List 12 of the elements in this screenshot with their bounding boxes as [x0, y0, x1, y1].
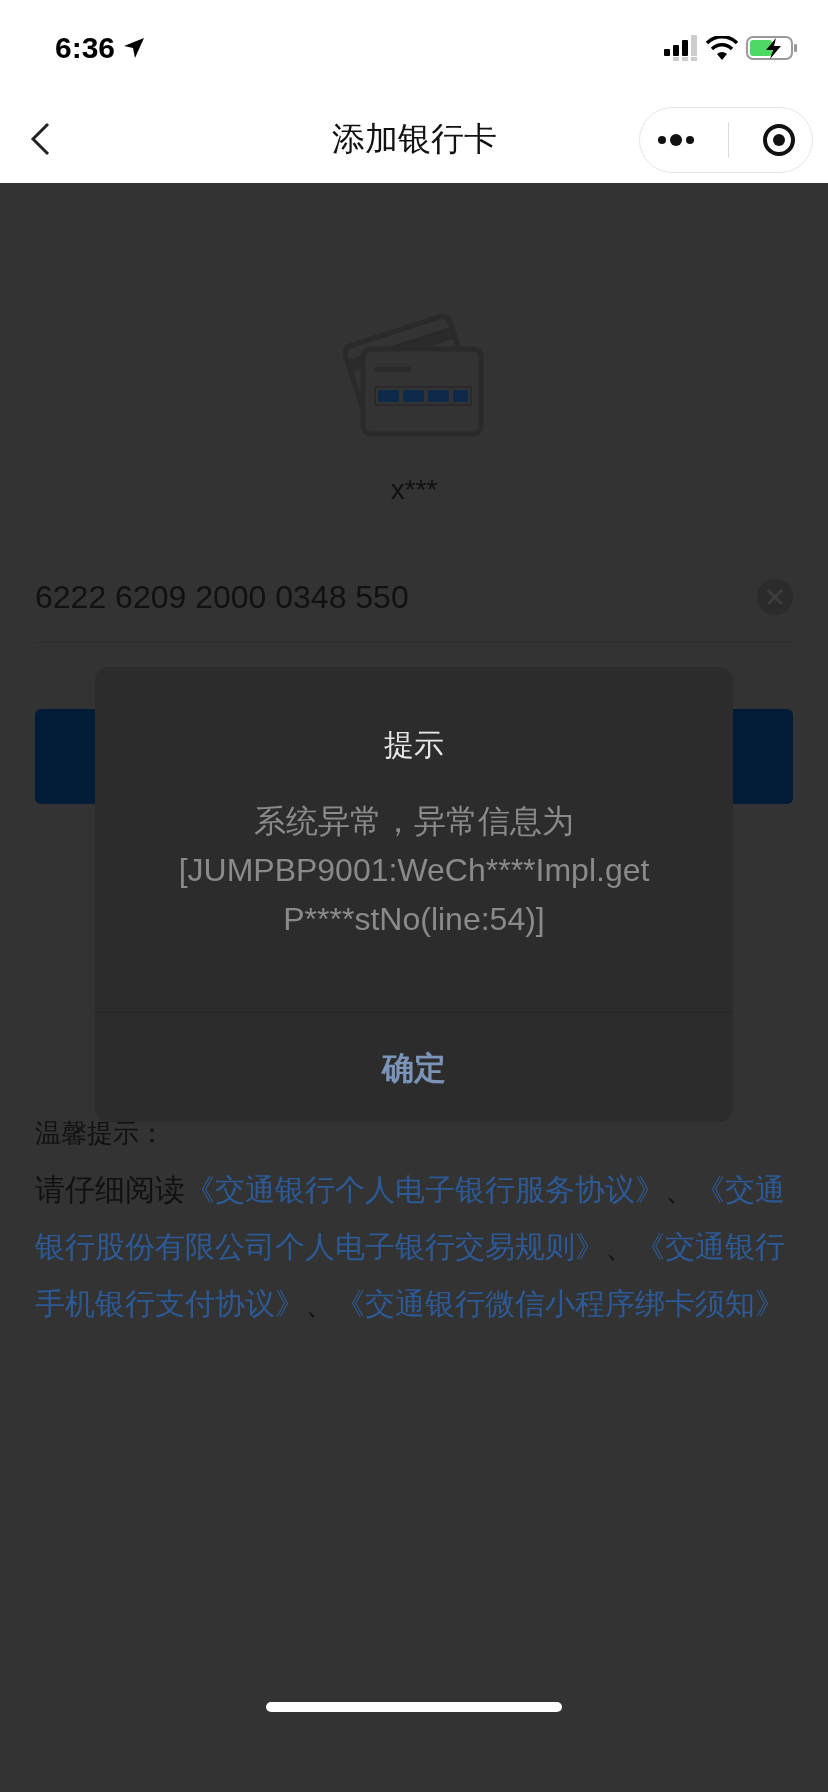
dialog-message: 系统异常，异常信息为 [JUMPBP9001:WeCh****Impl.get P****stNo(line:54)]: [178, 802, 650, 939]
back-icon[interactable]: [30, 122, 50, 156]
battery-icon: [746, 34, 798, 61]
page-title: 添加银行卡: [331, 119, 497, 160]
close-target-icon[interactable]: [761, 123, 796, 157]
dialog-title: 提示: [384, 727, 444, 763]
status-time: 6:36: [55, 30, 116, 66]
wifi-icon: [706, 35, 738, 60]
more-icon[interactable]: [656, 132, 697, 148]
confirm-button[interactable]: 确定: [95, 1012, 733, 1122]
location-arrow-icon: [123, 36, 146, 59]
signal-icon: [664, 34, 698, 61]
